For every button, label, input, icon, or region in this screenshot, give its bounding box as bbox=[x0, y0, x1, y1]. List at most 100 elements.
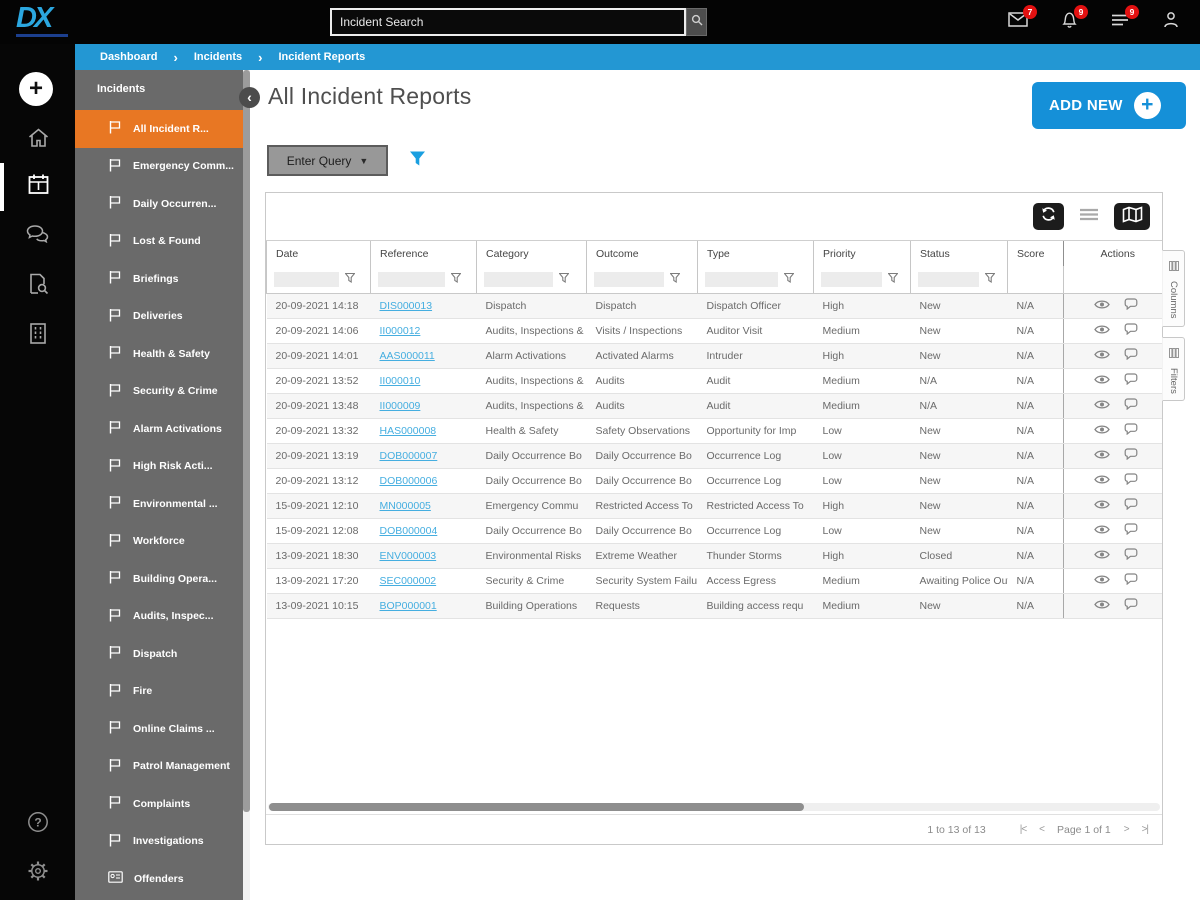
incident-row[interactable]: 20-09-2021 14:01 AAS000011 Alarm Activat… bbox=[266, 343, 1162, 369]
view-icon[interactable] bbox=[1093, 474, 1110, 485]
sidebar-item[interactable]: Lost & Found bbox=[75, 223, 250, 261]
reference-link[interactable]: DOB000007 bbox=[380, 450, 438, 462]
map-view-button[interactable] bbox=[1114, 203, 1150, 230]
sidebar-scrollbar[interactable] bbox=[243, 70, 250, 900]
incident-row[interactable]: 20-09-2021 14:18 DIS000013 Dispatch Disp… bbox=[266, 293, 1162, 319]
first-page-button[interactable]: |< bbox=[1020, 824, 1028, 835]
sidebar-item[interactable]: Online Claims ... bbox=[75, 710, 250, 748]
help-button[interactable]: ? bbox=[26, 811, 50, 836]
last-page-button[interactable]: >| bbox=[1142, 824, 1150, 835]
sidebar-item[interactable]: Patrol Management bbox=[75, 748, 250, 786]
filter-funnel-icon[interactable] bbox=[344, 270, 356, 288]
app-logo[interactable]: DX bbox=[16, 2, 53, 35]
sidebar-item[interactable]: High Risk Acti... bbox=[75, 448, 250, 486]
sidebar-scrollbar-thumb[interactable] bbox=[243, 70, 250, 812]
column-header[interactable]: Type bbox=[697, 241, 814, 266]
comment-icon[interactable] bbox=[1124, 498, 1138, 511]
filter-funnel-icon[interactable] bbox=[558, 270, 571, 288]
horizontal-scrollbar[interactable] bbox=[268, 803, 1160, 811]
prev-page-button[interactable]: < bbox=[1039, 824, 1045, 835]
view-icon[interactable] bbox=[1093, 574, 1110, 585]
horizontal-scrollbar-thumb[interactable] bbox=[269, 803, 805, 811]
filter-funnel-icon[interactable] bbox=[886, 270, 899, 288]
incident-row[interactable]: 13-09-2021 18:30 ENV000003 Environmental… bbox=[266, 543, 1162, 569]
incident-row[interactable]: 15-09-2021 12:10 MN000005 Emergency Comm… bbox=[266, 493, 1162, 519]
comment-icon[interactable] bbox=[1124, 373, 1138, 386]
incident-row[interactable]: 13-09-2021 10:15 BOP000001 Building Oper… bbox=[266, 593, 1162, 619]
incident-row[interactable]: 15-09-2021 12:08 DOB000004 Daily Occurre… bbox=[266, 518, 1162, 544]
column-header[interactable]: Status bbox=[910, 241, 1008, 266]
comment-icon[interactable] bbox=[1124, 573, 1138, 586]
profile-button[interactable] bbox=[1160, 11, 1182, 33]
comment-icon[interactable] bbox=[1124, 598, 1138, 611]
filter-input[interactable] bbox=[594, 271, 665, 287]
reference-link[interactable]: DOB000004 bbox=[380, 525, 438, 537]
incident-row[interactable]: 20-09-2021 13:19 DOB000007 Daily Occurre… bbox=[266, 443, 1162, 469]
view-icon[interactable] bbox=[1093, 399, 1110, 410]
grid-side-tab[interactable]: Filters bbox=[1162, 336, 1185, 402]
column-header[interactable]: Category bbox=[476, 241, 587, 266]
search-button[interactable] bbox=[686, 8, 707, 36]
sites-nav[interactable] bbox=[26, 323, 50, 348]
reference-link[interactable]: HAS000008 bbox=[380, 425, 437, 437]
view-icon[interactable] bbox=[1093, 374, 1110, 385]
column-header[interactable]: Actions bbox=[1063, 241, 1162, 266]
incident-row[interactable]: 20-09-2021 13:48 II000009 Audits, Inspec… bbox=[266, 393, 1162, 419]
reference-link[interactable]: BOP000001 bbox=[380, 600, 437, 612]
view-icon[interactable] bbox=[1093, 324, 1110, 335]
filter-input[interactable] bbox=[378, 271, 445, 287]
comment-icon[interactable] bbox=[1124, 523, 1138, 536]
reference-link[interactable]: ENV000003 bbox=[380, 550, 437, 562]
chat-nav[interactable] bbox=[26, 224, 50, 248]
sidebar-item[interactable]: Deliveries bbox=[75, 298, 250, 336]
column-header[interactable]: Reference bbox=[370, 241, 477, 266]
filter-input[interactable] bbox=[274, 271, 340, 287]
view-icon[interactable] bbox=[1093, 449, 1110, 460]
filter-input[interactable] bbox=[918, 271, 979, 287]
task-list-button[interactable]: 9 bbox=[1109, 5, 1139, 33]
reference-link[interactable]: DIS000013 bbox=[380, 300, 433, 312]
sidebar-item[interactable]: Building Opera... bbox=[75, 560, 250, 598]
sidebar-item[interactable]: Environmental ... bbox=[75, 485, 250, 523]
reference-link[interactable]: DOB000006 bbox=[380, 475, 438, 487]
reference-link[interactable]: MN000005 bbox=[380, 500, 431, 512]
next-page-button[interactable]: > bbox=[1124, 824, 1130, 835]
incident-row[interactable]: 20-09-2021 13:52 II000010 Audits, Inspec… bbox=[266, 368, 1162, 394]
incident-row[interactable]: 20-09-2021 14:06 II000012 Audits, Inspec… bbox=[266, 318, 1162, 344]
enter-query-button[interactable]: Enter Query ▼ bbox=[267, 145, 388, 176]
filter-input[interactable] bbox=[484, 271, 554, 287]
sidebar-item[interactable]: Health & Safety bbox=[75, 335, 250, 373]
comment-icon[interactable] bbox=[1124, 448, 1138, 461]
incidents-nav[interactable] bbox=[26, 174, 50, 199]
sidebar-item[interactable]: Briefings bbox=[75, 260, 250, 298]
breadcrumb-item[interactable]: Dashboard bbox=[100, 51, 157, 63]
incident-row[interactable]: 13-09-2021 17:20 SEC000002 Security & Cr… bbox=[266, 568, 1162, 594]
column-header[interactable]: Date bbox=[266, 241, 371, 266]
sidebar-item[interactable]: Security & Crime bbox=[75, 373, 250, 411]
sidebar-item[interactable]: Fire bbox=[75, 673, 250, 711]
filter-funnel-icon[interactable] bbox=[449, 270, 462, 288]
reference-link[interactable]: II000012 bbox=[380, 325, 421, 337]
grid-side-tab[interactable]: Columns bbox=[1162, 250, 1185, 327]
notifications-button[interactable]: 9 bbox=[1058, 5, 1088, 33]
reference-link[interactable]: AAS000011 bbox=[380, 350, 435, 362]
comment-icon[interactable] bbox=[1124, 298, 1138, 311]
collapse-sidebar-button[interactable]: ‹ bbox=[239, 87, 260, 108]
sidebar-item[interactable]: All Incident R... bbox=[75, 110, 250, 148]
add-new-button[interactable]: ADD NEW + bbox=[1032, 82, 1186, 129]
grid-menu-button[interactable] bbox=[1079, 208, 1099, 226]
comment-icon[interactable] bbox=[1124, 473, 1138, 486]
reference-link[interactable]: SEC000002 bbox=[380, 575, 437, 587]
view-icon[interactable] bbox=[1093, 424, 1110, 435]
filter-funnel-icon[interactable] bbox=[783, 270, 796, 288]
query-filter-button[interactable] bbox=[409, 150, 426, 172]
sidebar-item[interactable]: Dispatch bbox=[75, 635, 250, 673]
view-icon[interactable] bbox=[1093, 349, 1110, 360]
column-header[interactable]: Score bbox=[1007, 241, 1064, 266]
breadcrumb-item[interactable]: Incidents bbox=[194, 51, 242, 63]
home-nav[interactable] bbox=[26, 128, 50, 152]
incident-row[interactable]: 20-09-2021 13:32 HAS000008 Health & Safe… bbox=[266, 418, 1162, 444]
column-header[interactable]: Priority bbox=[813, 241, 911, 266]
sidebar-item[interactable]: Offenders bbox=[75, 860, 250, 898]
comment-icon[interactable] bbox=[1124, 348, 1138, 361]
